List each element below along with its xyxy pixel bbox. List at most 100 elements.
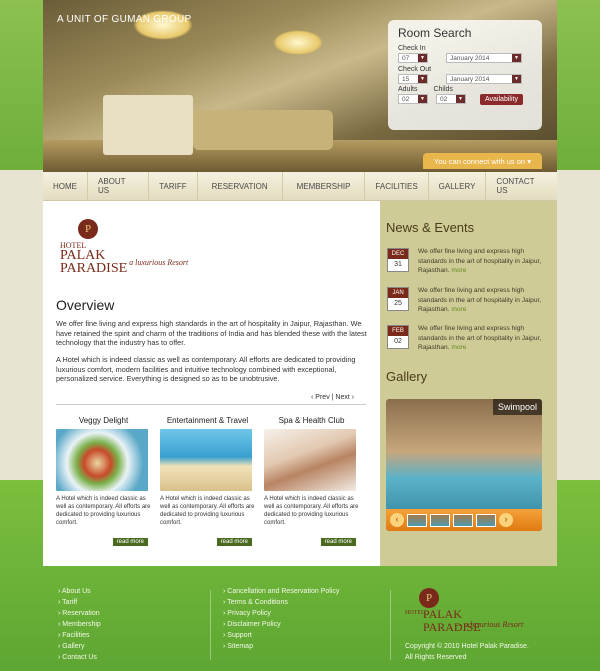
- hotel-logo[interactable]: P HOTEL PALAK PARADISE — a luxurious Res…: [60, 219, 210, 276]
- check-out-month-value: January 2014: [450, 75, 490, 83]
- check-in-month-value: January 2014: [450, 54, 490, 62]
- childs-value: 02: [440, 95, 448, 103]
- news-body: We offer fine living and express high st…: [418, 287, 542, 314]
- nav-gallery[interactable]: GALLERY: [429, 172, 487, 200]
- logo-tagline: — a luxurious Resort: [455, 620, 524, 629]
- beach-image[interactable]: [160, 429, 252, 491]
- chevron-left-icon[interactable]: ‹: [390, 513, 404, 527]
- hero-sofa: [193, 110, 333, 150]
- childs-label: Childs: [433, 86, 453, 93]
- nav-about-us[interactable]: ABOUT US: [88, 172, 150, 200]
- check-out-label: Check Out: [398, 66, 432, 73]
- gallery-thumbnail[interactable]: [407, 513, 427, 527]
- logo-tagline: — a luxurious Resort: [120, 258, 189, 267]
- footer-links-col2: Cancellation and Reservation Policy Term…: [223, 586, 339, 652]
- read-more-button[interactable]: read more: [216, 538, 252, 546]
- footer-link-reservation[interactable]: Reservation: [58, 608, 101, 619]
- footer-logo: P HOTEL PALAK PARADISE — a luxurious Res…: [405, 588, 535, 634]
- chevron-down-icon: ▼: [512, 75, 521, 83]
- copyright-line-2: All Rights Reserved: [405, 654, 467, 661]
- nav-membership[interactable]: MEMBERSHIP: [283, 172, 366, 200]
- check-in-day-select[interactable]: 07 ▼: [398, 53, 428, 63]
- hero-reception-desk: [103, 95, 193, 155]
- gallery-thumbnail[interactable]: [453, 513, 473, 527]
- news-more-link[interactable]: more: [451, 267, 466, 274]
- copyright: Copyright © 2010 Hotel Palak Paradise. A…: [405, 641, 529, 663]
- nav-home[interactable]: HOME: [43, 172, 88, 200]
- hero-lamp: [273, 30, 323, 55]
- read-more-button[interactable]: read more: [320, 538, 356, 546]
- news-item: JAN 25 We offer fine living and express h…: [387, 287, 552, 317]
- chevron-left-icon[interactable]: ‹: [311, 394, 313, 401]
- check-out-day-select[interactable]: 15 ▼: [398, 74, 428, 84]
- logo-hotel-name: PALAK PARADISE: [60, 248, 128, 276]
- check-out-month-select[interactable]: January 2014 ▼: [446, 74, 522, 84]
- footer-link-membership[interactable]: Membership: [58, 619, 101, 630]
- news-day: 31: [394, 261, 402, 268]
- news-title: News & Events: [386, 220, 475, 235]
- footer-link-tariff[interactable]: Tariff: [58, 597, 101, 608]
- news-more-link[interactable]: more: [451, 306, 466, 313]
- chevron-down-icon: ▼: [418, 75, 427, 83]
- nav-reservation[interactable]: RESERVATION: [198, 172, 283, 200]
- footer-link-privacy[interactable]: Privacy Policy: [223, 608, 339, 619]
- gallery-slider[interactable]: Swimpool ‹ ›: [386, 399, 542, 531]
- adults-label: Adults: [398, 86, 418, 93]
- footer-link-sitemap[interactable]: Sitemap: [223, 641, 339, 652]
- gallery-thumbnail[interactable]: [430, 513, 450, 527]
- connect-tab[interactable]: You can connect with us on ▾: [423, 153, 542, 169]
- nav-contact-us[interactable]: CONTACT US: [486, 172, 557, 200]
- adults-select[interactable]: 02 ▼: [398, 94, 428, 104]
- footer-divider: [210, 590, 211, 660]
- footer-link-contact-us[interactable]: Contact Us: [58, 652, 101, 663]
- overview-paragraph-2: A Hotel which is indeed classic as well …: [56, 355, 356, 384]
- main-content: P HOTEL PALAK PARADISE — a luxurious Res…: [43, 201, 380, 566]
- copyright-line-1: Copyright © 2010 Hotel Palak Paradise.: [405, 643, 529, 650]
- footer-link-about-us[interactable]: About Us: [58, 586, 101, 597]
- calendar-icon: DEC 31: [387, 248, 409, 272]
- adults-value: 02: [402, 95, 410, 103]
- next-link[interactable]: Next: [335, 394, 349, 401]
- footer-link-facilities[interactable]: Facilities: [58, 630, 101, 641]
- gallery-thumbnail[interactable]: [476, 513, 496, 527]
- chevron-right-icon[interactable]: ›: [352, 394, 354, 401]
- check-in-label: Check In: [398, 45, 426, 52]
- news-text: We offer fine living and express high st…: [418, 247, 546, 276]
- check-out-day-value: 15: [402, 75, 410, 83]
- overview-paragraph-1: We offer fine living and express high st…: [56, 319, 367, 348]
- availability-button[interactable]: Availability: [480, 94, 523, 105]
- card-description: A Hotel which is indeed classic as well …: [56, 496, 151, 526]
- calendar-icon: JAN 25: [387, 287, 409, 311]
- calendar-icon: FEB 02: [387, 325, 409, 349]
- footer-links-col1: About Us Tariff Reservation Membership F…: [58, 586, 101, 663]
- chevron-right-icon[interactable]: ›: [499, 513, 513, 527]
- card-title: Spa & Health Club: [278, 416, 345, 425]
- footer-link-gallery[interactable]: Gallery: [58, 641, 101, 652]
- news-item: FEB 02 We offer fine living and express h…: [387, 325, 552, 355]
- nav-facilities[interactable]: FACILITIES: [365, 172, 429, 200]
- childs-select[interactable]: 02 ▼: [436, 94, 466, 104]
- gallery-caption: Swimpool: [492, 399, 542, 415]
- room-search-panel: Room Search Check In 07 ▼ January 2014 ▼ C…: [388, 20, 542, 130]
- footer-link-terms[interactable]: Terms & Conditions: [223, 597, 339, 608]
- news-month: DEC: [388, 249, 408, 259]
- prev-link[interactable]: Prev: [315, 394, 329, 401]
- spa-image[interactable]: [264, 429, 356, 491]
- chevron-down-icon: ▼: [512, 54, 521, 62]
- chevron-down-icon: ▼: [418, 54, 427, 62]
- news-body: We offer fine living and express high st…: [418, 248, 542, 275]
- footer-link-support[interactable]: Support: [223, 630, 339, 641]
- nav-tariff[interactable]: TARIFF: [149, 172, 198, 200]
- news-day: 02: [394, 338, 402, 345]
- check-in-month-select[interactable]: January 2014 ▼: [446, 53, 522, 63]
- feature-card: Spa & Health Club A Hotel which is indee…: [264, 416, 359, 546]
- card-description: A Hotel which is indeed classic as well …: [264, 496, 359, 526]
- news-more-link[interactable]: more: [451, 344, 466, 351]
- footer-link-disclaimer[interactable]: Disclaimer Policy: [223, 619, 339, 630]
- read-more-button[interactable]: read more: [112, 538, 148, 546]
- feature-card: Veggy Delight A Hotel which is indeed cl…: [56, 416, 151, 546]
- food-image[interactable]: [56, 429, 148, 491]
- footer-link-cancellation-policy[interactable]: Cancellation and Reservation Policy: [223, 586, 339, 597]
- chevron-down-icon: ▾: [527, 156, 531, 166]
- news-day: 25: [394, 300, 402, 307]
